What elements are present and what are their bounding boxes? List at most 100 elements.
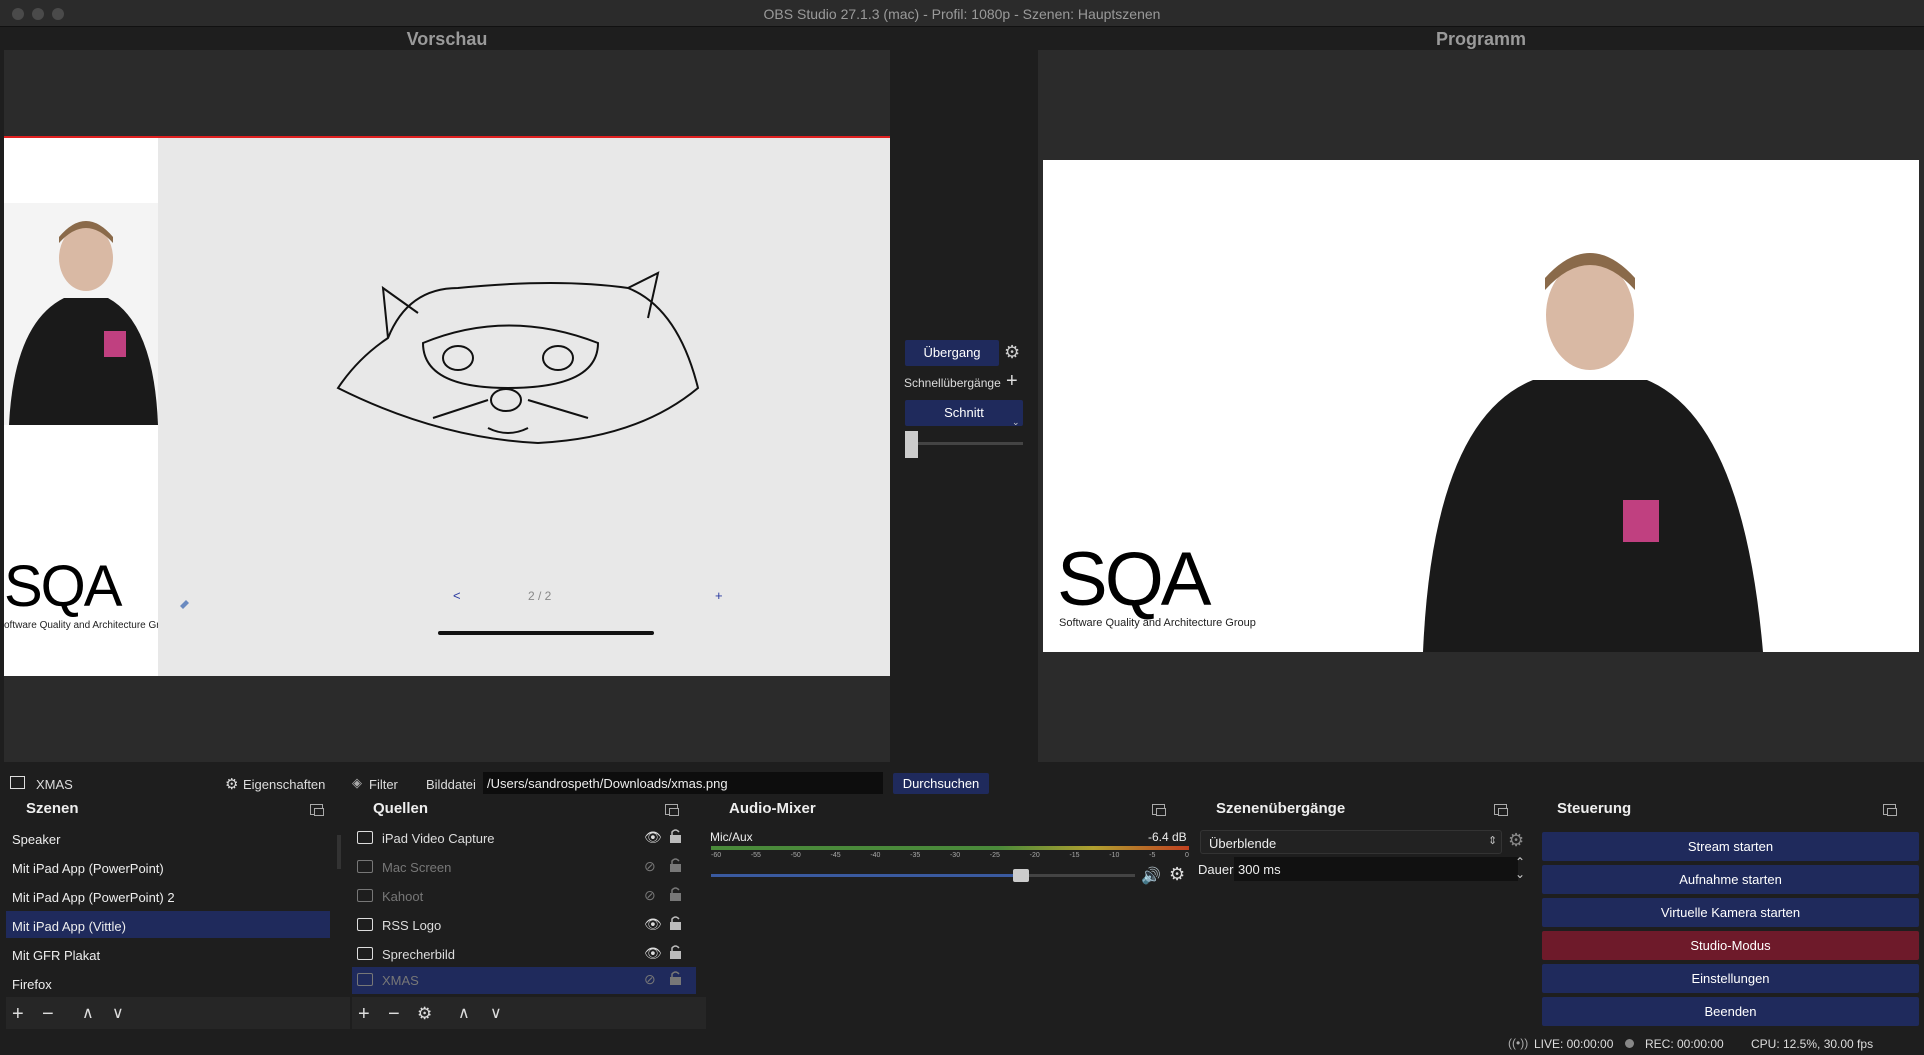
preview-canvas[interactable]: SQA oftware Quality and Architecture Gro… bbox=[4, 50, 890, 762]
list-item[interactable]: Sprecherbild 👁 bbox=[352, 941, 696, 968]
source-toolbar: XMAS ⚙ Eigenschaften ◈ Filter Bilddatei … bbox=[0, 772, 1924, 796]
eye-closed-icon[interactable]: ⊘ bbox=[644, 971, 656, 988]
list-item[interactable]: Mac Screen ⊘ bbox=[352, 854, 696, 881]
list-item[interactable]: Speaker bbox=[12, 832, 60, 847]
add-quick-transition-icon[interactable]: + bbox=[1006, 370, 1018, 393]
program-output: SQA Software Quality and Architecture Gr… bbox=[1043, 160, 1919, 652]
scenes-toolbar bbox=[6, 997, 350, 1029]
lock-icon[interactable] bbox=[670, 945, 681, 959]
window-icon bbox=[357, 889, 373, 902]
lock-icon[interactable] bbox=[670, 916, 681, 930]
tbar-track[interactable] bbox=[905, 442, 1023, 445]
scenes-title: Szenen bbox=[26, 800, 79, 817]
filter-button[interactable]: Filter bbox=[369, 777, 398, 792]
eye-closed-icon[interactable]: ⊘ bbox=[644, 887, 656, 904]
transition-controls: Übergang ⚙ Schnellübergänge + Schnitt ⌄ bbox=[890, 50, 1038, 762]
start-recording-button[interactable]: Aufnahme starten bbox=[1542, 865, 1919, 894]
remove-scene-icon[interactable]: − bbox=[42, 1004, 54, 1024]
mixer-gear-icon[interactable]: ⚙ bbox=[1169, 864, 1185, 885]
tick-label: -15 bbox=[1069, 852, 1080, 859]
list-item[interactable]: Mit iPad App (Vittle) bbox=[12, 919, 126, 934]
source-name: Sprecherbild bbox=[382, 947, 455, 962]
sources-toolbar bbox=[352, 997, 706, 1029]
tick-label: -10 bbox=[1109, 852, 1120, 859]
speaker-figure-icon bbox=[9, 221, 158, 425]
raccoon-drawing-icon: + < 2 / 2 bbox=[180, 271, 723, 635]
browse-button[interactable]: Durchsuchen bbox=[893, 773, 989, 794]
volume-meter bbox=[711, 846, 1189, 850]
list-item[interactable]: Mit GFR Plakat bbox=[12, 948, 100, 963]
next-page-button: + bbox=[715, 588, 723, 603]
transition-gear-icon[interactable]: ⚙ bbox=[1004, 342, 1020, 363]
move-up-icon[interactable]: ∧ bbox=[82, 1004, 94, 1024]
lock-icon[interactable] bbox=[670, 887, 681, 901]
move-down-icon[interactable]: ∨ bbox=[112, 1004, 124, 1024]
settings-button[interactable]: Einstellungen bbox=[1542, 964, 1919, 993]
lock-icon[interactable] bbox=[670, 829, 681, 843]
transition-select[interactable]: Überblende bbox=[1200, 830, 1502, 854]
undock-icon[interactable] bbox=[310, 804, 324, 816]
tick-label: -40 bbox=[870, 852, 881, 859]
controls-title: Steuerung bbox=[1557, 800, 1632, 817]
pencil-icon bbox=[180, 600, 189, 609]
undock-icon[interactable] bbox=[1152, 804, 1166, 816]
exit-button[interactable]: Beenden bbox=[1542, 997, 1919, 1026]
start-stream-button[interactable]: Stream starten bbox=[1542, 832, 1919, 861]
sources-title: Quellen bbox=[373, 800, 429, 817]
file-path-field[interactable]: /Users/sandrospeth/Downloads/xmas.png bbox=[483, 772, 883, 794]
file-label: Bilddatei bbox=[426, 777, 476, 792]
source-gear-icon[interactable]: ⚙ bbox=[417, 1004, 432, 1024]
source-name: iPad Video Capture bbox=[382, 831, 495, 846]
move-up-icon[interactable]: ∧ bbox=[458, 1004, 470, 1024]
mixer-title: Audio-Mixer bbox=[729, 800, 816, 817]
list-item[interactable]: iPad Video Capture 👁 bbox=[352, 825, 696, 852]
camera-icon bbox=[357, 831, 373, 844]
list-item[interactable]: Mit iPad App (PowerPoint) bbox=[12, 861, 164, 876]
eye-icon[interactable]: 👁 bbox=[644, 916, 662, 933]
volume-slider[interactable] bbox=[711, 874, 1135, 877]
list-item[interactable]: Mit iPad App (PowerPoint) 2 bbox=[12, 890, 175, 905]
lock-icon[interactable] bbox=[670, 971, 681, 985]
tick-label: 0 bbox=[1185, 852, 1189, 859]
volume-fill bbox=[711, 874, 1021, 877]
duration-field[interactable]: 300 ms bbox=[1234, 857, 1518, 881]
filter-icon[interactable]: ◈ bbox=[352, 775, 362, 791]
preview-logo-sub: oftware Quality and Architecture Group bbox=[4, 620, 177, 631]
stepper-icon[interactable]: ⌃ ⌄ bbox=[1515, 856, 1525, 880]
record-icon bbox=[1625, 1039, 1634, 1048]
eye-icon[interactable]: 👁 bbox=[644, 829, 662, 846]
speaker-icon[interactable]: 🔊 bbox=[1141, 866, 1161, 886]
list-item[interactable]: XMAS ⊘ bbox=[352, 967, 696, 994]
list-item[interactable]: Kahoot ⊘ bbox=[352, 883, 696, 910]
transition-button[interactable]: Übergang bbox=[905, 340, 999, 366]
undock-icon[interactable] bbox=[1883, 804, 1897, 816]
undock-icon[interactable] bbox=[665, 804, 679, 816]
scenes-list: Speaker Mit iPad App (PowerPoint) Mit iP… bbox=[6, 825, 350, 993]
eye-closed-icon[interactable]: ⊘ bbox=[644, 858, 656, 875]
cut-button[interactable]: Schnitt bbox=[905, 400, 1023, 426]
tick-label: -20 bbox=[1029, 852, 1040, 859]
preview-xmas-source: + < 2 / 2 bbox=[158, 138, 890, 676]
undock-icon[interactable] bbox=[1494, 804, 1508, 816]
gear-icon[interactable]: ⚙ bbox=[225, 775, 238, 793]
start-virtual-camera-button[interactable]: Virtuelle Kamera starten bbox=[1542, 898, 1919, 927]
move-down-icon[interactable]: ∨ bbox=[490, 1004, 502, 1024]
transition-settings-gear-icon[interactable]: ⚙ bbox=[1508, 830, 1524, 851]
list-item[interactable]: RSS Logo 👁 bbox=[352, 912, 696, 939]
chevron-down-icon[interactable]: ⌄ bbox=[1012, 417, 1020, 428]
studio-mode-button[interactable]: Studio-Modus bbox=[1542, 931, 1919, 960]
list-item[interactable]: Firefox bbox=[12, 977, 52, 992]
preview-logo: SQA bbox=[4, 554, 122, 619]
add-source-icon[interactable]: + bbox=[358, 1004, 370, 1024]
lock-icon[interactable] bbox=[670, 858, 681, 872]
tbar-handle[interactable] bbox=[905, 431, 918, 458]
eye-icon[interactable]: 👁 bbox=[644, 945, 662, 962]
live-status: LIVE: 00:00:00 bbox=[1534, 1037, 1614, 1051]
properties-button[interactable]: Eigenschaften bbox=[243, 777, 325, 792]
speaker-image bbox=[4, 203, 158, 425]
prev-page-button: < bbox=[453, 588, 461, 603]
add-scene-icon[interactable]: + bbox=[12, 1004, 24, 1024]
remove-source-icon[interactable]: − bbox=[388, 1004, 400, 1024]
volume-slider-handle[interactable] bbox=[1012, 869, 1029, 882]
scrollbar[interactable] bbox=[337, 835, 341, 869]
